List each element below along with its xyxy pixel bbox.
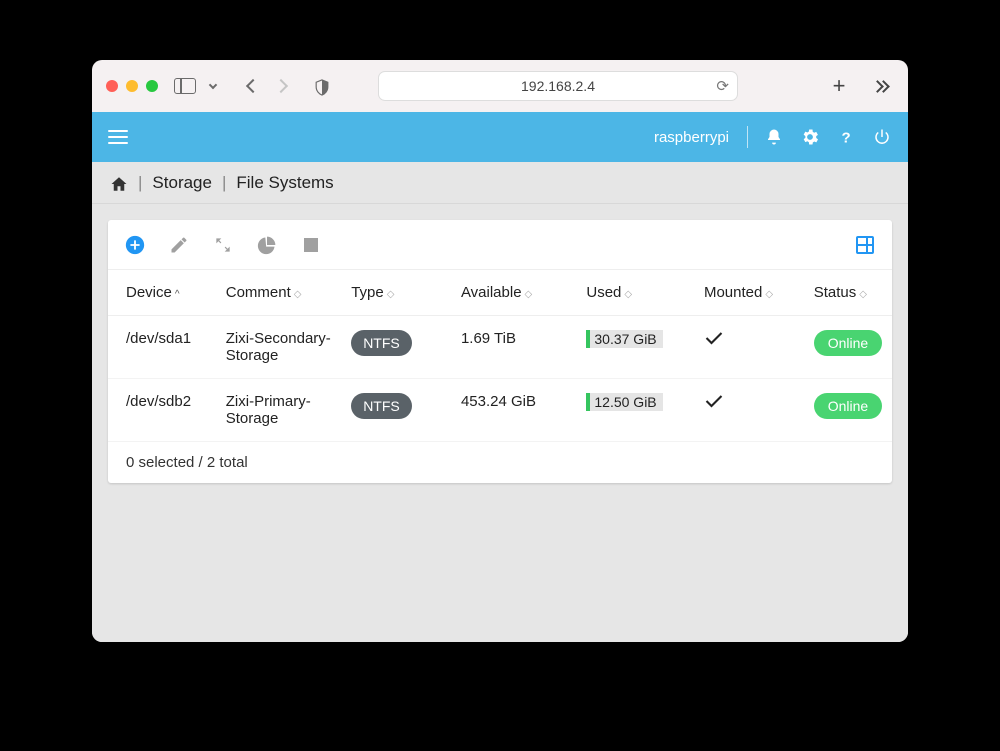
table-row[interactable]: /dev/sda1 Zixi-Secondary-Storage NTFS 1.… (108, 316, 892, 379)
cell-comment: Zixi-Primary-Storage (218, 379, 343, 442)
cell-device: /dev/sdb2 (108, 379, 218, 442)
back-button[interactable] (240, 74, 266, 98)
sort-asc-icon: ^ (175, 289, 180, 300)
type-chip: NTFS (351, 393, 412, 419)
grid-icon (856, 236, 874, 254)
minimize-window-button[interactable] (126, 80, 138, 92)
forward-button[interactable] (268, 74, 294, 98)
sidebar-toggle-group (172, 74, 226, 98)
browser-window: 192.168.2.4 ⟳ + raspberrypi (92, 60, 908, 642)
content-area: Device^ Comment◇ Type◇ Available◇ Used◇ … (92, 204, 908, 642)
quota-button[interactable] (256, 234, 278, 256)
overflow-button[interactable] (868, 74, 894, 98)
sidebar-toggle-button[interactable] (172, 74, 198, 98)
cell-mounted (696, 379, 806, 442)
col-status[interactable]: Status◇ (806, 270, 892, 316)
svg-text:?: ? (842, 129, 851, 146)
stop-icon (304, 238, 318, 252)
sort-icon: ◇ (859, 289, 865, 300)
check-icon (704, 396, 724, 413)
edit-button[interactable] (168, 234, 190, 256)
browser-titlebar: 192.168.2.4 ⟳ + (92, 60, 908, 112)
reload-icon[interactable]: ⟳ (716, 77, 729, 95)
type-chip: NTFS (351, 330, 412, 356)
cell-mounted (696, 316, 806, 379)
settings-button[interactable] (800, 127, 820, 147)
cell-available: 1.69 TiB (453, 316, 578, 379)
filesystems-table: Device^ Comment◇ Type◇ Available◇ Used◇ … (108, 270, 892, 442)
resize-button[interactable] (212, 234, 234, 256)
address-text: 192.168.2.4 (521, 78, 595, 94)
sort-icon: ◇ (525, 289, 531, 300)
sort-icon: ◇ (765, 289, 771, 300)
used-bar: 12.50 GiB (586, 393, 662, 411)
create-button[interactable] (124, 234, 146, 256)
table-footer: 0 selected / 2 total (108, 442, 892, 483)
new-tab-button[interactable]: + (826, 74, 852, 98)
hostname-label: raspberrypi (654, 129, 729, 146)
separator (747, 126, 748, 148)
sort-icon: ◇ (624, 289, 630, 300)
notifications-button[interactable] (764, 127, 784, 147)
home-icon (110, 175, 128, 193)
cell-available: 453.24 GiB (453, 379, 578, 442)
plus-icon: + (833, 73, 846, 99)
col-mounted[interactable]: Mounted◇ (696, 270, 806, 316)
col-type[interactable]: Type◇ (343, 270, 453, 316)
status-chip: Online (814, 393, 882, 419)
col-comment[interactable]: Comment◇ (218, 270, 343, 316)
nav-buttons (240, 74, 294, 98)
columns-button[interactable] (854, 234, 876, 256)
power-button[interactable] (872, 127, 892, 147)
expand-icon (213, 235, 233, 255)
pie-icon (257, 235, 277, 255)
sort-icon: ◇ (387, 289, 393, 300)
close-window-button[interactable] (106, 80, 118, 92)
selection-summary: 0 selected / 2 total (126, 454, 248, 471)
menu-button[interactable] (108, 130, 128, 144)
bell-icon (765, 128, 783, 146)
breadcrumb-filesystems: File Systems (236, 173, 333, 193)
window-controls (106, 80, 158, 92)
breadcrumb-storage[interactable]: Storage (152, 173, 212, 193)
power-icon (873, 128, 891, 146)
help-button[interactable]: ? (836, 127, 856, 147)
privacy-shield-button[interactable] (308, 74, 334, 98)
table-toolbar (108, 220, 892, 270)
address-bar[interactable]: 192.168.2.4 ⟳ (378, 71, 738, 101)
double-chevron-icon (873, 79, 889, 93)
sidebar-dropdown-button[interactable] (200, 74, 226, 98)
table-row[interactable]: /dev/sdb2 Zixi-Primary-Storage NTFS 453.… (108, 379, 892, 442)
cell-status: Online (806, 316, 892, 379)
cell-used: 12.50 GiB (578, 379, 696, 442)
plus-circle-icon (124, 234, 146, 256)
shield-icon (315, 79, 327, 94)
col-available[interactable]: Available◇ (453, 270, 578, 316)
status-chip: Online (814, 330, 882, 356)
check-icon (704, 333, 724, 350)
maximize-window-button[interactable] (146, 80, 158, 92)
col-device[interactable]: Device^ (108, 270, 218, 316)
breadcrumb: | Storage | File Systems (92, 162, 908, 204)
col-used[interactable]: Used◇ (578, 270, 696, 316)
cell-status: Online (806, 379, 892, 442)
app-header: raspberrypi ? (92, 112, 908, 162)
question-icon: ? (837, 128, 855, 146)
home-link[interactable] (110, 175, 128, 191)
breadcrumb-separator: | (138, 173, 142, 193)
table-header-row: Device^ Comment◇ Type◇ Available◇ Used◇ … (108, 270, 892, 316)
cell-used: 30.37 GiB (578, 316, 696, 379)
cell-type: NTFS (343, 379, 453, 442)
cell-device: /dev/sda1 (108, 316, 218, 379)
pencil-icon (169, 235, 189, 255)
sort-icon: ◇ (294, 289, 300, 300)
filesystems-card: Device^ Comment◇ Type◇ Available◇ Used◇ … (108, 220, 892, 483)
cell-comment: Zixi-Secondary-Storage (218, 316, 343, 379)
used-bar: 30.37 GiB (586, 330, 662, 348)
cell-type: NTFS (343, 316, 453, 379)
breadcrumb-separator: | (222, 173, 226, 193)
unmount-button[interactable] (300, 234, 322, 256)
gear-icon (800, 127, 820, 147)
